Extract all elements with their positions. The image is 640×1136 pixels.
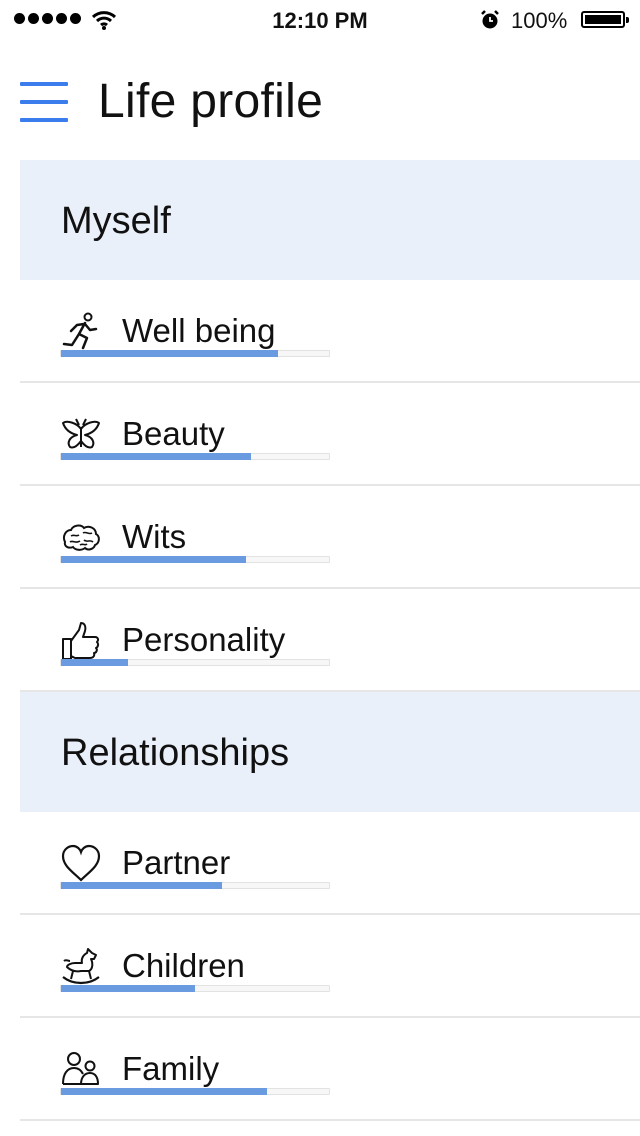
section-header-relationships: Relationships (20, 692, 640, 812)
progress-bar (60, 1088, 330, 1095)
alarm-icon (481, 10, 499, 29)
list-item-well-being[interactable]: Well being (20, 280, 640, 383)
list-item-family[interactable]: Family (20, 1018, 640, 1121)
list-item-wits[interactable]: Wits (20, 486, 640, 589)
page-title: Life profile (98, 75, 324, 128)
section-header-myself: Myself (20, 160, 640, 280)
butterfly-icon (62, 418, 100, 449)
item-label: Beauty (122, 415, 225, 452)
family-icon (62, 1052, 99, 1085)
heart-icon (61, 844, 101, 882)
section-label: Myself (61, 200, 171, 242)
running-person-icon (62, 312, 98, 350)
brain-icon (62, 524, 100, 551)
list-item-partner[interactable]: Partner (20, 812, 640, 915)
list-item-personality[interactable]: Personality (20, 589, 640, 692)
header: Life profile (0, 62, 640, 142)
progress-bar (60, 556, 330, 563)
progress-bar (60, 453, 330, 460)
item-label: Children (122, 947, 245, 984)
item-label: Family (122, 1050, 220, 1087)
battery-percent: 100% (511, 8, 568, 33)
progress-bar (60, 882, 330, 889)
section-label: Relationships (61, 732, 290, 774)
list-item-children[interactable]: Children (20, 915, 640, 1018)
item-label: Well being (122, 312, 276, 349)
item-label: Partner (122, 844, 231, 881)
progress-bar (60, 659, 330, 666)
progress-bar (60, 985, 330, 992)
item-label: Personality (122, 621, 286, 658)
thumbs-up-icon (62, 622, 100, 660)
life-profile-list: Myself Well being Beauty Wits Personalit… (20, 160, 640, 1121)
rocking-horse-icon (62, 948, 100, 985)
hamburger-menu-icon[interactable] (20, 82, 68, 122)
list-item-beauty[interactable]: Beauty (20, 383, 640, 486)
progress-bar (60, 350, 330, 357)
battery-icon (581, 11, 629, 28)
status-bar: 12:10 PM 100% (0, 0, 640, 40)
item-label: Wits (122, 518, 187, 555)
